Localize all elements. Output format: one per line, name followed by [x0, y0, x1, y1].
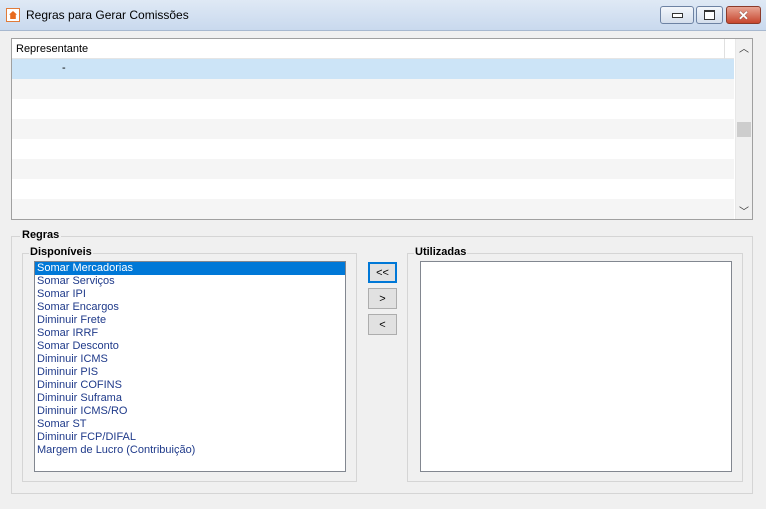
minimize-icon — [671, 12, 683, 18]
grid-scrollbar[interactable]: ︿ ﹀ — [735, 39, 752, 219]
list-item[interactable]: Somar Desconto — [35, 340, 345, 353]
used-list[interactable] — [420, 261, 732, 472]
list-item[interactable]: Diminuir ICMS/RO — [35, 405, 345, 418]
scroll-down-icon[interactable]: ﹀ — [736, 202, 752, 219]
list-item[interactable]: Somar ST — [35, 418, 345, 431]
table-row[interactable]: - — [12, 59, 734, 79]
close-button[interactable]: ✕ — [726, 6, 761, 24]
scroll-thumb[interactable] — [737, 122, 751, 137]
minimize-button[interactable] — [660, 6, 694, 24]
move-left-button[interactable]: < — [368, 314, 397, 335]
move-all-left-button[interactable]: << — [368, 262, 397, 283]
grid-header[interactable]: Representante — [12, 39, 734, 59]
list-item[interactable]: Somar Encargos — [35, 301, 345, 314]
title-bar: Regras para Gerar Comissões ✕ — [0, 0, 766, 31]
column-separator[interactable] — [724, 39, 725, 59]
grid-rows: - — [12, 59, 734, 219]
table-row[interactable] — [12, 179, 734, 199]
close-icon: ✕ — [738, 7, 749, 23]
list-item[interactable]: Margem de Lucro (Contribuição) — [35, 444, 345, 457]
representante-grid[interactable]: Representante - ︿ ﹀ — [11, 38, 753, 220]
list-item[interactable]: Diminuir PIS — [35, 366, 345, 379]
table-row[interactable] — [12, 159, 734, 179]
list-item[interactable]: Diminuir Frete — [35, 314, 345, 327]
available-label: Disponíveis — [29, 246, 93, 258]
column-header-representante[interactable]: Representante — [16, 43, 88, 55]
maximize-icon — [704, 10, 715, 20]
used-label: Utilizadas — [414, 246, 468, 258]
house-icon[interactable] — [6, 8, 20, 22]
list-item[interactable]: Diminuir ICMS — [35, 353, 345, 366]
list-item[interactable]: Somar Mercadorias — [35, 262, 345, 275]
table-row[interactable] — [12, 139, 734, 159]
available-list[interactable]: Somar Mercadorias Somar Serviços Somar I… — [34, 261, 346, 472]
move-right-button[interactable]: > — [368, 288, 397, 309]
table-row[interactable] — [12, 119, 734, 139]
scroll-up-icon[interactable]: ︿ — [736, 39, 752, 56]
table-row[interactable] — [12, 79, 734, 99]
list-item[interactable]: Somar IPI — [35, 288, 345, 301]
rules-group-label: Regras — [20, 229, 62, 241]
list-item[interactable]: Somar IRRF — [35, 327, 345, 340]
list-item[interactable]: Diminuir FCP/DIFAL — [35, 431, 345, 444]
list-item[interactable]: Somar Serviços — [35, 275, 345, 288]
list-item[interactable]: Diminuir Suframa — [35, 392, 345, 405]
list-item[interactable]: Diminuir COFINS — [35, 379, 345, 392]
table-row[interactable] — [12, 199, 734, 219]
table-cell: - — [62, 62, 66, 74]
table-row[interactable] — [12, 99, 734, 119]
window-title: Regras para Gerar Comissões — [26, 8, 189, 22]
maximize-button[interactable] — [696, 6, 723, 24]
